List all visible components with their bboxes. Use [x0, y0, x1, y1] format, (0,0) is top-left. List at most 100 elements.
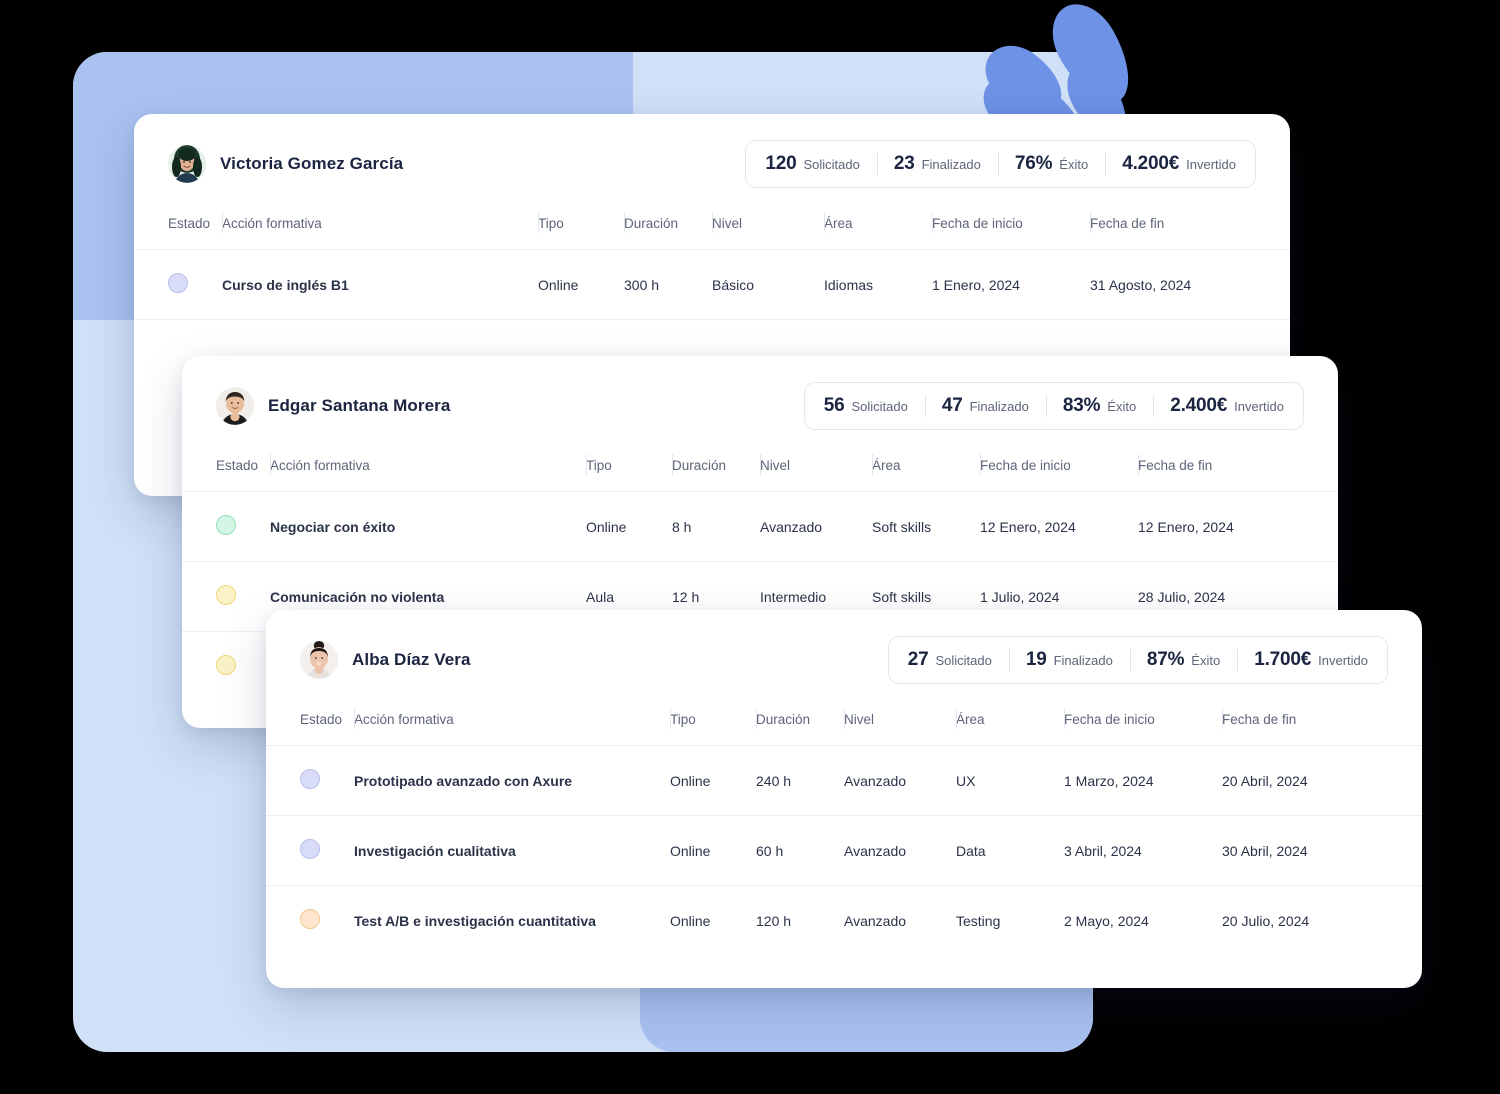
cell-spacer — [1308, 492, 1338, 562]
stat-value: 1.700€ — [1254, 649, 1312, 670]
stat-label: Éxito — [1191, 653, 1221, 668]
cell-spacer — [1392, 886, 1422, 956]
stat-exito: 76% Éxito — [998, 153, 1105, 175]
column-header-fecha-fin[interactable]: Fecha de fin — [1090, 206, 1260, 250]
status-dot-blue — [168, 273, 188, 293]
column-header-nivel[interactable]: Nivel — [712, 206, 824, 250]
cell-fecha-inicio: 2 Mayo, 2024 — [1064, 912, 1149, 929]
table-row[interactable]: Prototipado avanzado con Axure Online 24… — [266, 745, 1422, 816]
stat-label: Finalizado — [1053, 653, 1113, 668]
avatar-man-short-hair-icon — [216, 387, 254, 425]
stat-value: 23 — [893, 153, 915, 174]
user-block[interactable]: Alba Díaz Vera — [300, 641, 471, 679]
cell-fecha-inicio: 1 Enero, 2024 — [932, 276, 1020, 293]
cell-tipo: Online — [586, 518, 627, 535]
column-header-accion[interactable]: Acción formativa — [354, 702, 670, 746]
table-row[interactable]: Investigación cualitativa Online 60 h Av… — [266, 815, 1422, 886]
table-row[interactable]: Test A/B e investigación cuantitativa On… — [266, 885, 1422, 956]
column-header-area[interactable]: Área — [956, 702, 1064, 746]
column-header-fecha-fin[interactable]: Fecha de fin — [1222, 702, 1392, 746]
stat-value: 87% — [1146, 649, 1185, 670]
user-name: Edgar Santana Morera — [268, 396, 451, 415]
stat-label: Éxito — [1059, 157, 1089, 172]
stat-value: 47 — [941, 395, 963, 416]
cell-nivel: Avanzado — [760, 518, 823, 535]
cell-area: Data — [956, 842, 986, 859]
stat-value: 83% — [1062, 395, 1101, 416]
stat-label: Solicitado — [935, 653, 992, 668]
cell-nivel: Avanzado — [844, 842, 907, 859]
column-header-tipo[interactable]: Tipo — [670, 702, 756, 746]
employee-card-alba[interactable]: Alba Díaz Vera 27 Solicitado 19 Finaliza… — [266, 610, 1422, 988]
cell-accion: Curso de inglés B1 — [222, 276, 349, 293]
user-block[interactable]: Victoria Gomez García — [168, 145, 403, 183]
column-header-estado[interactable]: Estado — [134, 206, 222, 250]
status-dot-blue — [300, 769, 320, 789]
column-header-estado[interactable]: Estado — [266, 702, 354, 746]
column-header-duracion[interactable]: Duración — [624, 206, 712, 250]
avatar — [216, 387, 254, 425]
avatar-woman-dark-hair-icon — [168, 145, 206, 183]
column-header-accion[interactable]: Acción formativa — [270, 448, 586, 492]
column-header-area[interactable]: Área — [824, 206, 932, 250]
cell-duracion: 120 h — [756, 912, 792, 929]
column-header-nivel[interactable]: Nivel — [760, 448, 872, 492]
cell-duracion: 8 h — [672, 518, 692, 535]
avatar — [300, 641, 338, 679]
stat-value: 76% — [1014, 153, 1053, 174]
column-header-estado[interactable]: Estado — [182, 448, 270, 492]
column-header-tipo[interactable]: Tipo — [586, 448, 672, 492]
stat-label: Invertido — [1234, 399, 1284, 414]
status-dot-amber — [216, 655, 236, 675]
stat-value: 56 — [823, 395, 845, 416]
cell-nivel: Básico — [712, 276, 755, 293]
cell-fecha-inicio: 12 Enero, 2024 — [980, 518, 1076, 535]
user-name: Victoria Gomez García — [220, 154, 404, 173]
table-row[interactable]: Negociar con éxito Online 8 h Avanzado S… — [182, 491, 1338, 562]
column-header-accion[interactable]: Acción formativa — [222, 206, 538, 250]
cell-duracion: 240 h — [756, 772, 792, 789]
status-dot-blue — [300, 839, 320, 859]
column-header-fecha-inicio[interactable]: Fecha de inicio — [980, 448, 1138, 492]
cell-accion: Test A/B e investigación cuantitativa — [354, 912, 596, 929]
cell-fecha-fin: 31 Agosto, 2024 — [1090, 276, 1192, 293]
training-table: Estado Acción formativa Tipo Duración Ni… — [134, 206, 1290, 366]
column-header-fecha-inicio[interactable]: Fecha de inicio — [932, 206, 1090, 250]
column-header-spacer — [1392, 702, 1422, 746]
cell-accion: Prototipado avanzado con Axure — [354, 772, 573, 789]
column-header-tipo[interactable]: Tipo — [538, 206, 624, 250]
column-header-fecha-fin[interactable]: Fecha de fin — [1138, 448, 1308, 492]
card-header: Victoria Gomez García 120 Solicitado 23 … — [134, 114, 1290, 188]
stat-invertido: 4.200€ Invertido — [1105, 153, 1253, 175]
card-header: Alba Díaz Vera 27 Solicitado 19 Finaliza… — [266, 610, 1422, 684]
stat-invertido: 1.700€ Invertido — [1237, 649, 1385, 671]
cell-fecha-fin: 12 Enero, 2024 — [1138, 518, 1234, 535]
stat-label: Solicitado — [803, 157, 860, 172]
cell-fecha-fin: 30 Abril, 2024 — [1222, 842, 1308, 859]
stat-label: Invertido — [1186, 157, 1236, 172]
table-row[interactable]: Curso de inglés B1 Online 300 h Básico I… — [134, 249, 1290, 320]
stat-label: Finalizado — [921, 157, 981, 172]
stat-finalizado: 19 Finalizado — [1009, 649, 1130, 671]
column-header-duracion[interactable]: Duración — [756, 702, 844, 746]
column-header-spacer — [1308, 448, 1338, 492]
user-block[interactable]: Edgar Santana Morera — [216, 387, 450, 425]
column-header-area[interactable]: Área — [872, 448, 980, 492]
stat-exito: 83% Éxito — [1046, 395, 1153, 417]
status-cell — [266, 886, 354, 956]
training-table: Estado Acción formativa Tipo Duración Ni… — [266, 702, 1422, 955]
stat-value: 120 — [765, 153, 797, 174]
status-cell — [182, 492, 270, 562]
column-header-fecha-inicio[interactable]: Fecha de inicio — [1064, 702, 1222, 746]
cell-area: Idiomas — [824, 276, 874, 293]
cell-area: Soft skills — [872, 518, 932, 535]
status-cell — [182, 632, 270, 702]
cell-nivel: Avanzado — [844, 772, 907, 789]
stat-value: 27 — [907, 649, 929, 670]
status-cell — [182, 562, 270, 632]
status-cell — [266, 746, 354, 816]
column-header-duracion[interactable]: Duración — [672, 448, 760, 492]
stat-label: Finalizado — [969, 399, 1029, 414]
column-header-nivel[interactable]: Nivel — [844, 702, 956, 746]
user-name: Alba Díaz Vera — [352, 650, 471, 669]
